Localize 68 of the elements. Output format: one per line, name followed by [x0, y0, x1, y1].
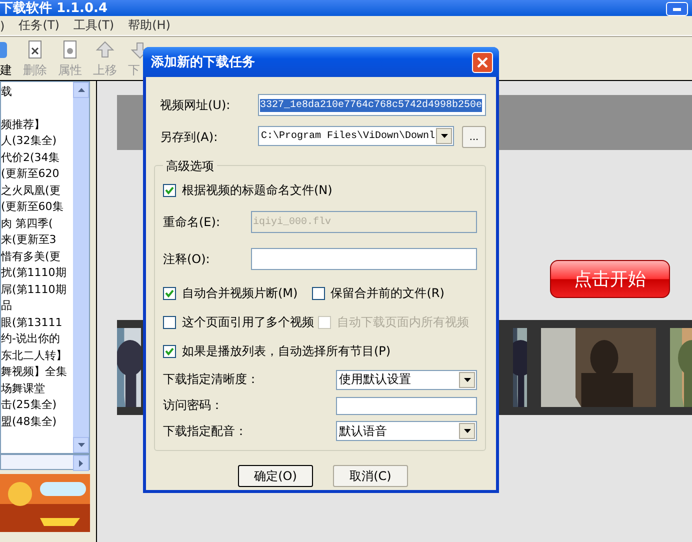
up-caret-icon[interactable]	[78, 88, 84, 92]
minimize-icon[interactable]	[673, 8, 681, 10]
password-field[interactable]	[336, 396, 477, 414]
dub-dropdown[interactable]: 默认语音	[336, 421, 477, 441]
list-item[interactable]: 眼(第13111	[1, 314, 73, 331]
list-item[interactable]: 载	[1, 84, 73, 100]
url-field[interactable]: 3327_1e8da210e7764c768c5742d4998b250e	[258, 94, 486, 116]
list-item[interactable]: 代价2(34集	[1, 150, 73, 166]
toolbar-button[interactable]: 建	[0, 40, 12, 79]
field-label: 下载指定清晰度：	[163, 371, 259, 388]
field-label: 访问密码：	[163, 397, 223, 414]
list-item[interactable]: 击(25集全)	[1, 397, 73, 414]
field-label: 重命名(E):	[163, 214, 220, 230]
list-item[interactable]: (更新至60集	[1, 199, 73, 216]
list-item[interactable]: 盟(48集全)	[1, 414, 73, 430]
checkbox-label: 自动合并视频片断(M)	[182, 285, 298, 302]
list-item[interactable]: 舞视频】全集	[1, 364, 73, 380]
list-item[interactable]: 之火凤凰(更	[1, 182, 73, 199]
horizontal-scrollbar[interactable]	[0, 454, 90, 470]
list-item[interactable]: (更新至620	[1, 166, 73, 182]
list-item[interactable]: 屌(第1110期	[1, 282, 73, 298]
start-button[interactable]: 点击开始	[550, 260, 670, 298]
menu-item[interactable]: 任务(T)	[18, 17, 60, 34]
list-item[interactable]: 惜有多美(更	[1, 248, 73, 265]
close-icon[interactable]	[477, 56, 488, 68]
list-item[interactable]: 频推荐】	[1, 116, 73, 133]
menu-item[interactable]: 工具(T)	[73, 17, 114, 34]
dialog-title: 添加新的下载任务	[151, 54, 255, 71]
down-caret-icon[interactable]	[78, 443, 84, 447]
minimize-button[interactable]	[666, 2, 688, 16]
checkbox[interactable]	[163, 287, 176, 300]
checkbox[interactable]	[163, 345, 176, 358]
quality-dropdown[interactable]: 使用默认设置	[336, 370, 477, 390]
list-item[interactable]: 品	[1, 298, 73, 314]
note-field[interactable]	[251, 248, 477, 270]
close-button[interactable]	[472, 52, 493, 72]
dialog-button[interactable]: 取消(C)	[333, 465, 408, 487]
window-title: 下载软件 1.1.0.4	[0, 2, 108, 16]
menu-item[interactable]: 帮助(H)	[128, 17, 170, 34]
right-caret-icon[interactable]	[79, 460, 83, 466]
list-item[interactable]: 东北二人转】	[1, 348, 73, 364]
checkbox-label: 根据视频的标题命名文件(N)	[182, 182, 332, 199]
field-label: 下载指定配音：	[163, 422, 247, 440]
checkbox[interactable]	[163, 316, 176, 329]
list-item[interactable]: 扰(第1110期	[1, 265, 73, 282]
field-label: 注释(O):	[163, 250, 210, 268]
list-item[interactable]: 人(32集全)	[1, 133, 73, 150]
dropdown-arrow-icon[interactable]	[464, 429, 470, 433]
dropdown-arrow-icon[interactable]	[440, 134, 448, 138]
checkbox-label: 如果是播放列表，自动选择所有节目(P)	[182, 343, 391, 360]
list-item[interactable]: 来(更新至3	[1, 232, 73, 248]
dropdown-arrow-icon[interactable]	[464, 378, 470, 382]
field-label: 另存到(A):	[160, 128, 218, 146]
checkbox-label: 自动下载页面内所有视频	[337, 314, 469, 331]
checkbox[interactable]	[163, 184, 176, 197]
save-path-dropdown[interactable]: C:\Program Files\ViDown\Downl	[258, 126, 454, 146]
vertical-scrollbar[interactable]	[73, 82, 89, 453]
checkbox[interactable]	[312, 287, 325, 300]
checkbox-label: 保留合并前的文件(R)	[330, 285, 444, 302]
browse-button[interactable]: ...	[462, 126, 486, 148]
menu-item[interactable]: )	[0, 18, 5, 32]
dialog-button[interactable]: 确定(O)	[238, 465, 313, 487]
group-legend: 高级选项	[163, 158, 217, 175]
list-item[interactable]: 约-说出你的	[1, 331, 73, 348]
list-item[interactable]: 肉 第四季(	[1, 216, 73, 232]
checkbox-label: 这个页面引用了多个视频	[182, 314, 314, 331]
field-label: 视频网址(U):	[160, 96, 230, 114]
list-item[interactable]: 场舞课堂	[1, 380, 73, 397]
